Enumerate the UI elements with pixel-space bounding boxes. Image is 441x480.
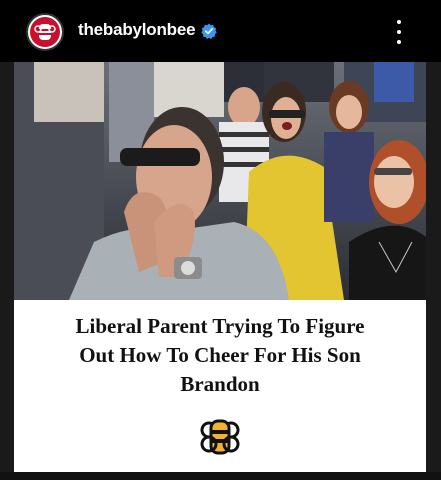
profile-avatar[interactable] xyxy=(26,13,64,51)
caption-line-2: Out How To Cheer For His Son xyxy=(79,343,361,367)
caption-line-1: Liberal Parent Trying To Figure xyxy=(75,314,365,338)
post-card: Liberal Parent Trying To Figure Out How … xyxy=(14,62,426,472)
instagram-post-frame: thebabylonbee Liberal Parent Trying To F… xyxy=(0,0,441,480)
babylon-bee-logo-icon xyxy=(200,419,240,455)
crowd-photo xyxy=(14,62,426,300)
more-options-icon[interactable] xyxy=(392,20,406,44)
verified-badge-icon xyxy=(201,23,217,39)
bottom-bar xyxy=(0,472,441,480)
account-username[interactable]: thebabylonbee xyxy=(78,20,196,40)
post-header: thebabylonbee xyxy=(0,0,441,62)
caption-line-3: Brandon xyxy=(180,372,260,396)
babylon-bee-logo-icon xyxy=(30,17,60,47)
post-caption: Liberal Parent Trying To Figure Out How … xyxy=(14,312,426,399)
